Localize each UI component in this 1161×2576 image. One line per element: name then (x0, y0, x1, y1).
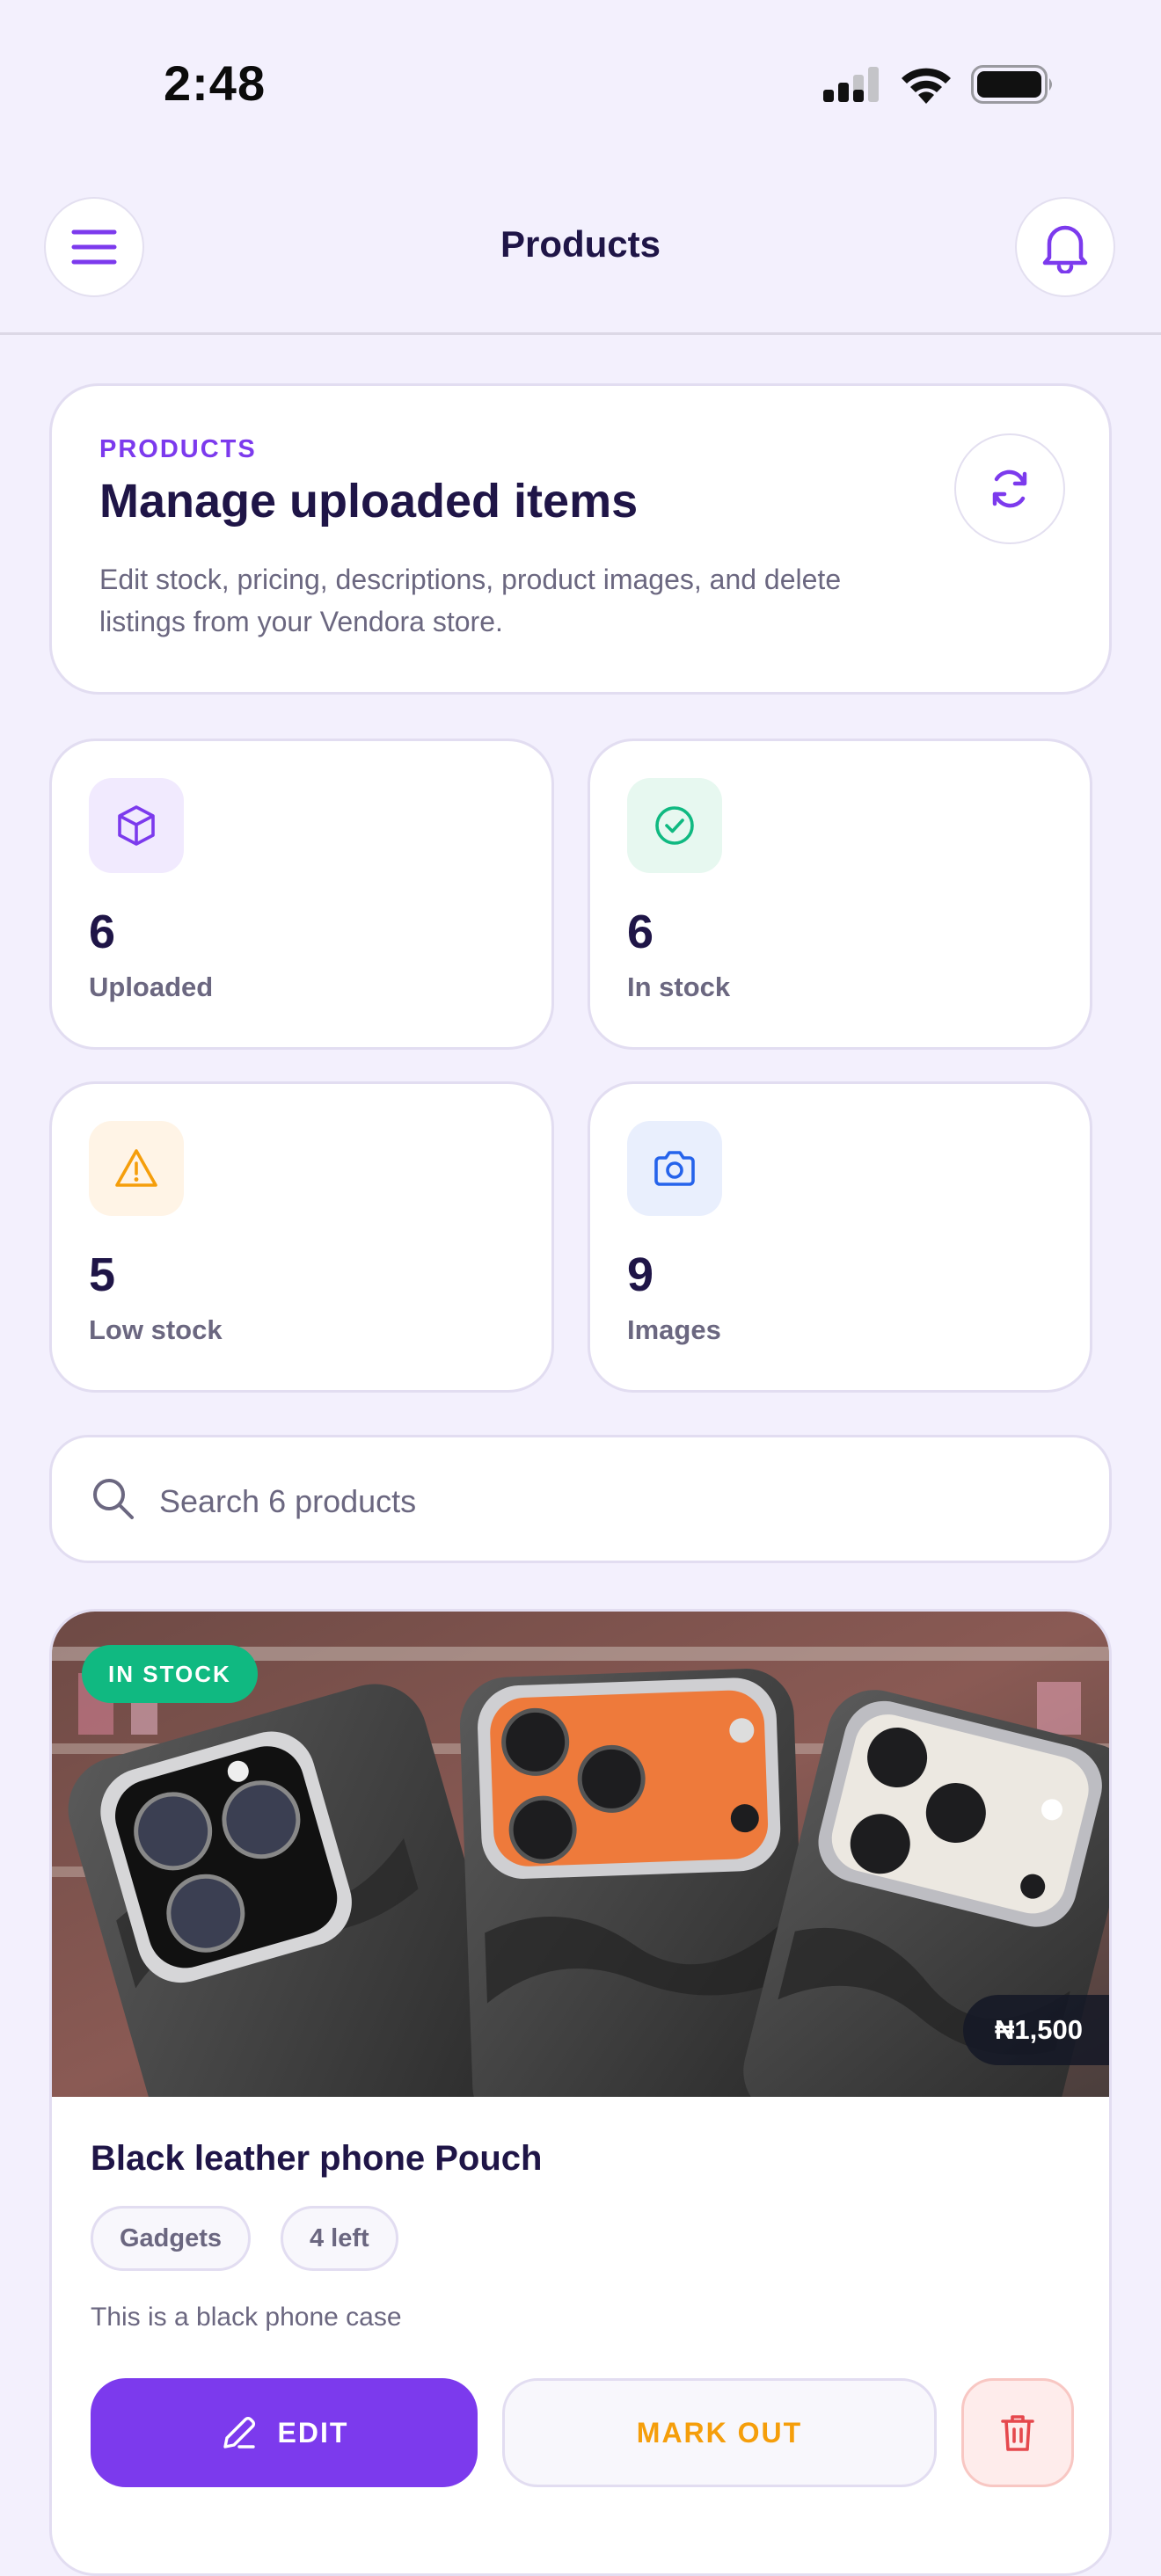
stat-label: Images (627, 1314, 721, 1345)
stat-value: 5 (89, 1248, 116, 1301)
section-eyebrow: PRODUCTS (99, 435, 257, 463)
stat-card-low-stock: 5 Low stock (49, 1081, 554, 1393)
warning-icon (115, 1149, 157, 1187)
stat-value: 6 (627, 906, 654, 958)
stat-icon-camera (627, 1121, 722, 1216)
stat-icon-check (627, 778, 722, 873)
battery-icon (971, 65, 1052, 104)
product-description: This is a black phone case (91, 2303, 402, 2332)
stock-chip: 4 left (281, 2206, 398, 2271)
notifications-button[interactable] (1015, 197, 1115, 297)
wifi-icon (902, 68, 951, 104)
mark-out-button-label: MARK OUT (636, 2416, 803, 2449)
stat-label: Uploaded (89, 971, 214, 1002)
check-circle-icon (655, 806, 694, 845)
box-icon (118, 805, 155, 846)
price-badge: ₦1,500 (963, 1995, 1109, 2065)
search-bar (49, 1435, 1112, 1563)
section-title: Manage uploaded items (99, 475, 639, 528)
stat-value: 6 (89, 906, 116, 958)
search-icon (93, 1479, 134, 1519)
pencil-icon (223, 2417, 255, 2449)
intro-card: PRODUCTS Manage uploaded items Edit stoc… (49, 383, 1112, 695)
category-chip: Gadgets (91, 2206, 252, 2271)
mark-out-button[interactable]: MARK OUT (502, 2378, 937, 2487)
stat-card-in-stock: 6 In stock (588, 739, 1092, 1050)
cellular-signal-icon (823, 67, 879, 102)
stat-value: 9 (627, 1248, 654, 1301)
status-time: 2:48 (164, 55, 267, 111)
app-header: Products (0, 167, 1161, 335)
status-badge: IN STOCK (82, 1645, 258, 1703)
section-description: Edit stock, pricing, descriptions, produ… (99, 564, 842, 637)
bell-icon (1042, 225, 1088, 273)
stat-card-uploaded: 6 Uploaded (49, 739, 554, 1050)
page-title: Products (500, 223, 661, 265)
search-input[interactable] (157, 1469, 1041, 1534)
edit-button[interactable]: EDIT (91, 2378, 478, 2487)
camera-icon (654, 1151, 695, 1186)
product-card[interactable]: IN STOCK ₦1,500 Black leather phone Pouc… (49, 1609, 1112, 2576)
refresh-button[interactable] (954, 433, 1065, 544)
delete-button[interactable] (961, 2378, 1074, 2487)
status-bar: 2:48 (0, 0, 1161, 167)
product-name: Black leather phone Pouch (91, 2139, 543, 2178)
stat-label: Low stock (89, 1314, 223, 1345)
trash-icon (1001, 2415, 1034, 2451)
edit-button-label: EDIT (277, 2416, 349, 2449)
stat-icon-warning (89, 1121, 184, 1216)
stat-card-images: 9 Images (588, 1081, 1092, 1393)
refresh-icon (992, 469, 1027, 508)
product-image[interactable]: IN STOCK ₦1,500 (52, 1612, 1109, 2097)
stat-icon-box (89, 778, 184, 873)
stat-label: In stock (627, 971, 731, 1002)
